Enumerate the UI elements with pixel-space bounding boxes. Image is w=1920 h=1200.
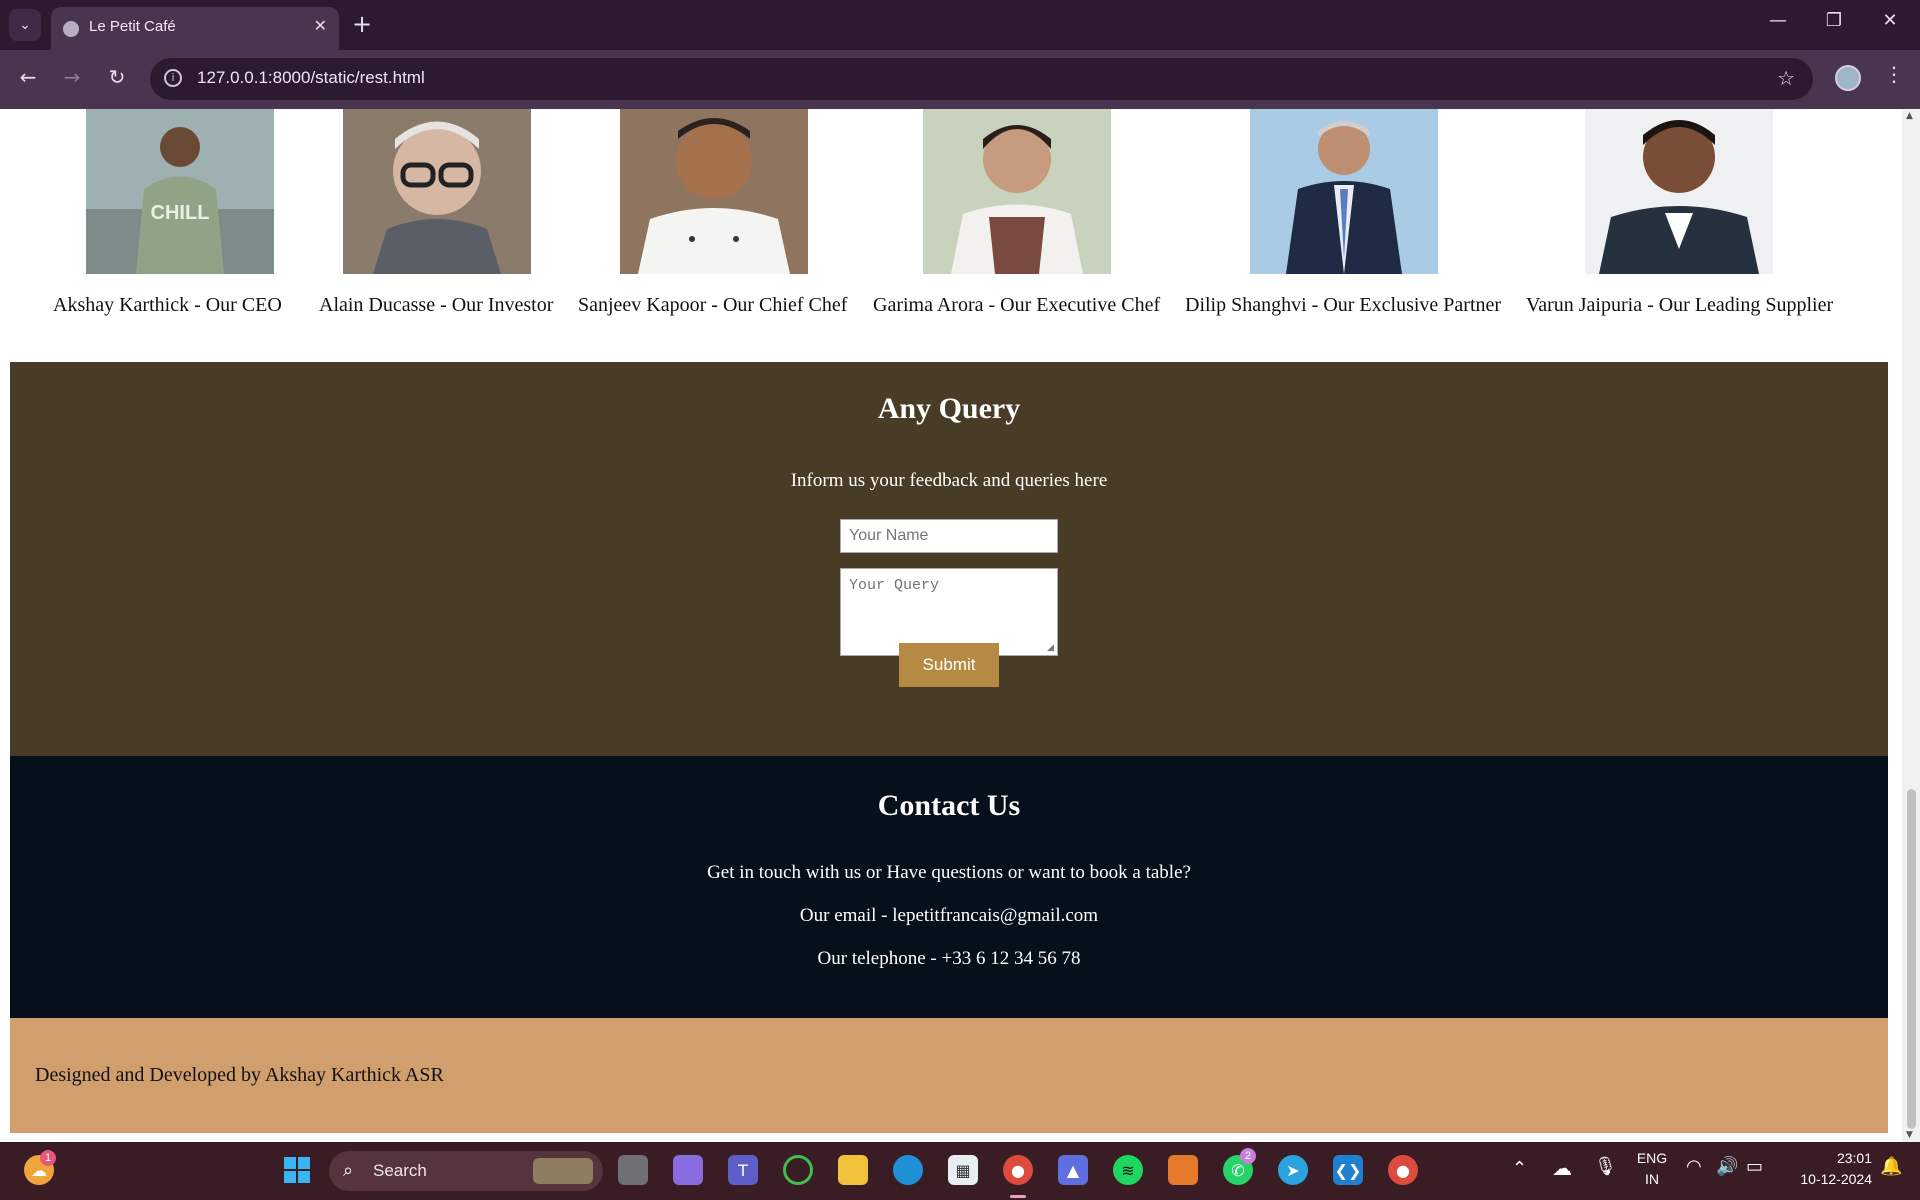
team-caption: Alain Ducasse - Our Investor (319, 294, 554, 316)
vscode-icon[interactable]: ❮❯ (1333, 1155, 1363, 1185)
team-photo (620, 109, 808, 274)
whatsapp-badge: 2 (1240, 1148, 1256, 1164)
team-caption: Dilip Shanghvi - Our Exclusive Partner (1185, 294, 1502, 316)
app-triangle-icon[interactable]: ▲ (1058, 1155, 1088, 1185)
back-button[interactable]: ← (13, 65, 43, 89)
refresh-app-icon[interactable] (783, 1155, 813, 1185)
restore-button[interactable]: ❐ (1814, 10, 1854, 31)
svg-text:CHILL: CHILL (151, 202, 210, 224)
query-section: Any Query Inform us your feedback and qu… (10, 362, 1888, 756)
taskbar-search-box[interactable]: ⌕ Search (329, 1151, 603, 1191)
page-scrollbar[interactable]: ▲ ▼ (1902, 109, 1920, 1142)
telegram-icon[interactable]: ➤ (1278, 1155, 1308, 1185)
chrome-secondary-icon[interactable]: ● (1388, 1155, 1418, 1185)
windows-taskbar: ☁ 1 ⌕ Search T ▦ ● ▲ ≋ ✆ 2 ➤ ❮❯ ● ⌃ ☁ 🎙 … (0, 1142, 1920, 1200)
search-icon: ⌕ (343, 1160, 354, 1181)
team-photo (343, 109, 531, 274)
tab-title: Le Petit Café (89, 18, 176, 35)
url-text[interactable]: 127.0.0.1:8000/static/rest.html (197, 68, 425, 88)
team-photo: CHILL (86, 109, 274, 274)
footer-credit: Designed and Developed by Akshay Karthic… (35, 1064, 444, 1086)
search-highlight-icon (533, 1158, 593, 1184)
name-input[interactable] (840, 519, 1058, 553)
active-app-indicator (1010, 1195, 1026, 1198)
reload-button[interactable]: ↻ (102, 65, 132, 89)
language-indicator-top[interactable]: ENG (1634, 1150, 1670, 1166)
query-subtext: Inform us your feedback and queries here (790, 470, 1108, 491)
wifi-icon[interactable]: ◠ (1686, 1156, 1702, 1177)
teams-icon[interactable]: T (728, 1155, 758, 1185)
contact-email: Our email - lepetitfrancais@gmail.com (799, 905, 1099, 926)
clock-time[interactable]: 23:01 (1782, 1150, 1872, 1166)
taskbar-search-label: Search (373, 1161, 427, 1180)
team-photo (923, 109, 1111, 274)
show-hidden-icons-chevron-icon[interactable]: ⌃ (1512, 1158, 1527, 1179)
team-photo (1250, 109, 1438, 274)
team-caption: Sanjeev Kapoor - Our Chief Chef (578, 294, 848, 316)
query-heading: Any Query (877, 392, 1021, 425)
contact-heading: Contact Us (877, 789, 1021, 822)
new-tab-button[interactable]: + (352, 10, 372, 38)
minimize-button[interactable]: — (1758, 10, 1798, 31)
volume-icon[interactable]: 🔊 (1716, 1156, 1738, 1177)
scroll-down-arrow-icon[interactable]: ▼ (1906, 1130, 1913, 1140)
close-window-button[interactable]: ✕ (1870, 10, 1910, 31)
onedrive-cloud-icon[interactable]: ☁ (1552, 1156, 1572, 1181)
file-explorer-icon[interactable] (838, 1155, 868, 1185)
notification-bell-icon[interactable]: 🔔 (1880, 1156, 1902, 1177)
browser-chrome: ⌄ Le Petit Café ✕ + — ❐ ✕ ← → ↻ i 127.0.… (0, 0, 1920, 109)
contact-intro: Get in touch with us or Have questions o… (707, 862, 1191, 883)
team-caption: Garima Arora - Our Executive Chef (873, 294, 1161, 316)
task-view-icon[interactable] (618, 1155, 648, 1185)
fl-studio-icon[interactable] (1168, 1155, 1198, 1185)
battery-icon[interactable]: ▭ (1746, 1156, 1763, 1177)
submit-button[interactable]: Submit (899, 643, 999, 687)
browser-tab[interactable]: Le Petit Café ✕ (51, 7, 339, 50)
weather-badge: 1 (40, 1150, 56, 1166)
footer: Designed and Developed by Akshay Karthic… (10, 1018, 1888, 1133)
contact-phone: Our telephone - +33 6 12 34 56 78 (817, 948, 1081, 969)
language-indicator-bottom[interactable]: IN (1634, 1171, 1670, 1187)
microphone-icon[interactable]: 🎙 (1594, 1156, 1617, 1177)
spotify-icon[interactable]: ≋ (1113, 1155, 1143, 1185)
scroll-thumb[interactable] (1907, 789, 1916, 1129)
team-caption: Varun Jaipuria - Our Leading Supplier (1526, 294, 1834, 316)
chrome-icon[interactable]: ● (1003, 1155, 1033, 1185)
clock-date[interactable]: 10-12-2024 (1782, 1171, 1872, 1187)
tab-strip: ⌄ Le Petit Café ✕ + — ❐ ✕ (0, 0, 1920, 50)
team-caption: Akshay Karthick - Our CEO (53, 294, 282, 316)
scroll-up-arrow-icon[interactable]: ▲ (1906, 111, 1913, 121)
store-icon[interactable]: ▦ (948, 1155, 978, 1185)
resize-handle-icon[interactable]: ◢ (1047, 644, 1056, 653)
team-photo (1585, 109, 1773, 274)
browser-menu-icon[interactable]: ⋮ (1884, 62, 1904, 86)
address-bar[interactable]: i 127.0.0.1:8000/static/rest.html ☆ (150, 58, 1813, 100)
close-tab-icon[interactable]: ✕ (314, 16, 327, 35)
start-windows-icon[interactable] (282, 1155, 312, 1185)
edge-icon[interactable] (893, 1155, 923, 1185)
bookmark-star-icon[interactable]: ☆ (1777, 66, 1795, 90)
forward-button[interactable]: → (57, 65, 87, 89)
globe-icon (63, 21, 79, 37)
tab-search-button[interactable]: ⌄ (9, 9, 41, 41)
profile-avatar[interactable] (1835, 65, 1861, 91)
copilot-icon[interactable] (673, 1155, 703, 1185)
contact-section: Contact Us Get in touch with us or Have … (10, 756, 1888, 1018)
web-page: CHILL Akshay Karthick - Our CEO Alain Du… (0, 109, 1902, 1142)
navigation-bar: ← → ↻ i 127.0.0.1:8000/static/rest.html … (0, 50, 1920, 109)
site-info-icon[interactable]: i (164, 69, 182, 87)
